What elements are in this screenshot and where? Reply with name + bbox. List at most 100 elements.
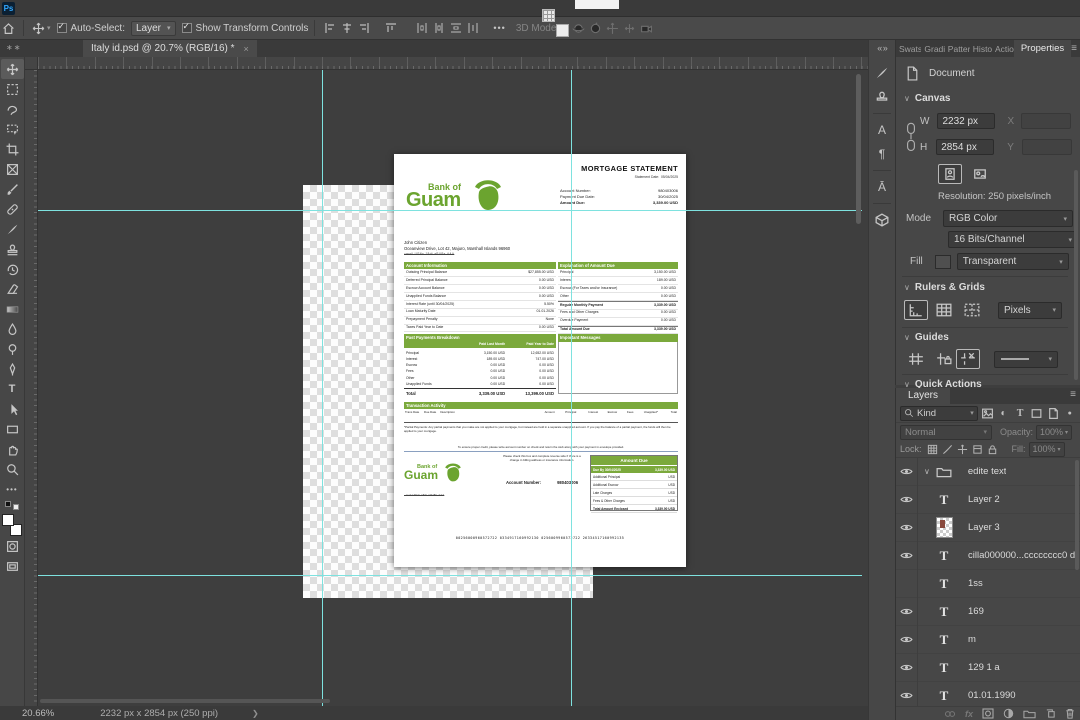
layer-thumbnail[interactable]: T [932, 632, 956, 648]
object-selection-tool[interactable] [1, 119, 24, 139]
link-layers-icon[interactable] [944, 709, 956, 719]
visibility-toggle[interactable] [896, 541, 918, 570]
clone-source-panel-icon[interactable] [871, 85, 893, 109]
visibility-toggle[interactable] [896, 625, 918, 654]
default-swatches-icon[interactable] [5, 501, 19, 510]
filter-smart-object-icon[interactable] [1046, 406, 1061, 421]
filter-toggle-dot[interactable]: ● [1062, 406, 1077, 421]
blur-tool[interactable] [1, 319, 24, 339]
marquee-tool[interactable] [1, 79, 24, 99]
distribute-horizontal-icon[interactable] [465, 21, 480, 36]
ruler-units-select[interactable]: Pixels ▾ [998, 301, 1062, 319]
lock-artboard-icon[interactable] [971, 443, 984, 456]
lock-pixels-icon[interactable] [941, 443, 954, 456]
auto-select-target-dropdown[interactable]: Layer ▾ [131, 20, 176, 36]
move-tool-preset-icon[interactable] [31, 21, 46, 36]
eyedropper-tool[interactable] [1, 179, 24, 199]
mortgage-statement-document[interactable]: Bank of Guam MORTGAGE STATEMENT Statemen… [394, 154, 686, 567]
align-left-edges-icon[interactable] [322, 21, 337, 36]
layer-name[interactable]: 01.01.1990 [968, 690, 1016, 701]
group-expand-caret[interactable]: ∨ [924, 467, 930, 476]
frame-tool[interactable] [1, 159, 24, 179]
lock-guides-button[interactable] [932, 349, 956, 369]
visibility-toggle[interactable] [896, 681, 918, 706]
guide-style-select[interactable]: ▾ [994, 350, 1058, 368]
layer-thumbnail[interactable]: T [932, 548, 956, 564]
visibility-toggle[interactable] [896, 458, 918, 486]
layer-row[interactable]: ∨ T Layer 3 [896, 513, 1080, 542]
crop-tool[interactable] [1, 139, 24, 159]
dodge-tool[interactable] [1, 339, 24, 359]
lasso-tool[interactable] [1, 99, 24, 119]
layer-name[interactable]: cilla000000...cccccccc0 d [968, 550, 1075, 561]
distribute-left-icon[interactable] [414, 21, 429, 36]
brush-tool[interactable] [1, 219, 24, 239]
vertical-ruler[interactable] [25, 70, 38, 720]
opacity-value[interactable]: 100% ▾ [1036, 424, 1073, 440]
more-options-icon[interactable]: ••• [493, 23, 505, 33]
layer-row[interactable]: ∨ T 129 1 a [896, 653, 1080, 682]
tab-actions[interactable]: Actio [992, 44, 1014, 54]
layer-name[interactable]: 1ss [968, 578, 983, 589]
tab-swatches[interactable]: Swats [896, 44, 921, 54]
gradient-tool[interactable] [1, 299, 24, 319]
bit-depth-select[interactable]: 16 Bits/Channel ▾ [948, 231, 1078, 248]
layer-thumbnail[interactable]: T [932, 466, 956, 478]
pen-tool[interactable] [1, 359, 24, 379]
canvas-horizontal-scrollbar[interactable] [40, 699, 330, 703]
quick-mask-icon[interactable] [1, 536, 24, 556]
panel-menu-icon[interactable]: ≡ [1070, 389, 1076, 400]
align-horizontal-centers-icon[interactable] [339, 21, 354, 36]
layer-row[interactable]: ∨ T 1ss [896, 569, 1080, 598]
layer-name[interactable]: Layer 2 [968, 494, 1000, 505]
panel-menu-icon[interactable]: ≡ [1071, 43, 1077, 54]
path-selection-tool[interactable] [1, 399, 24, 419]
link-dimensions-icon[interactable] [905, 121, 917, 155]
new-layer-icon[interactable] [1045, 708, 1056, 719]
layer-thumbnail[interactable]: T [932, 660, 956, 676]
horizontal-ruler[interactable] [38, 57, 868, 70]
tab-history[interactable]: Histo [970, 44, 992, 54]
pixel-grid-toggle-button[interactable] [960, 300, 984, 320]
fill-swatch[interactable] [934, 254, 951, 269]
rulers-grids-header[interactable]: ∨ Rulers & Grids [904, 282, 985, 293]
hand-tool[interactable] [1, 439, 24, 459]
lock-transparency-icon[interactable] [926, 443, 939, 456]
rulers-toggle-button[interactable] [904, 300, 928, 320]
visibility-toggle[interactable] [896, 653, 918, 682]
zoom-tool[interactable] [1, 459, 24, 479]
vertical-guide[interactable] [571, 70, 572, 706]
guides-toggle-button[interactable] [904, 349, 928, 369]
screen-mode-icon[interactable] [1, 556, 24, 576]
layer-name[interactable]: 169 [968, 606, 984, 617]
lock-all-icon[interactable] [986, 443, 999, 456]
visibility-toggle[interactable] [896, 485, 918, 514]
distribute-vertical-icon[interactable] [448, 21, 463, 36]
clear-guides-button[interactable] [956, 349, 980, 369]
grid-toggle-button[interactable] [932, 300, 956, 320]
landscape-orientation-button[interactable] [968, 164, 992, 184]
layer-name[interactable]: edite text [968, 466, 1007, 477]
fill-select[interactable]: Transparent ▾ [956, 253, 1069, 270]
more-tools-icon[interactable]: ••• [1, 479, 24, 499]
collapse-panels-icon[interactable]: « » [877, 43, 887, 53]
rectangle-tool[interactable] [1, 419, 24, 439]
canvas-section-header[interactable]: ∨ Canvas [904, 93, 950, 104]
document-tab[interactable]: Italy id.psd @ 20.7% (RGB/16) * × [83, 40, 257, 57]
filter-kind-select[interactable]: Kind ▾ [900, 405, 978, 421]
layer-thumbnail[interactable]: T [932, 688, 956, 704]
layer-name[interactable]: Layer 3 [968, 522, 1000, 533]
status-expand-icon[interactable]: ❯ [252, 709, 259, 718]
ruler-origin-corner[interactable] [25, 57, 38, 70]
layer-row[interactable]: ∨ T m [896, 625, 1080, 654]
layer-thumbnail[interactable]: T [932, 604, 956, 620]
show-transform-checkbox[interactable] [181, 21, 192, 33]
layer-thumbnail[interactable]: T [932, 576, 956, 592]
type-tool[interactable]: T [1, 379, 24, 399]
layer-mask-icon[interactable] [982, 708, 994, 719]
vertical-guide[interactable] [322, 70, 323, 706]
zoom-level-field[interactable]: 20.66% [22, 708, 54, 719]
move-tool[interactable] [0, 59, 24, 79]
color-mode-select[interactable]: RGB Color ▾ [943, 210, 1074, 227]
close-tab-icon[interactable]: × [244, 44, 249, 54]
